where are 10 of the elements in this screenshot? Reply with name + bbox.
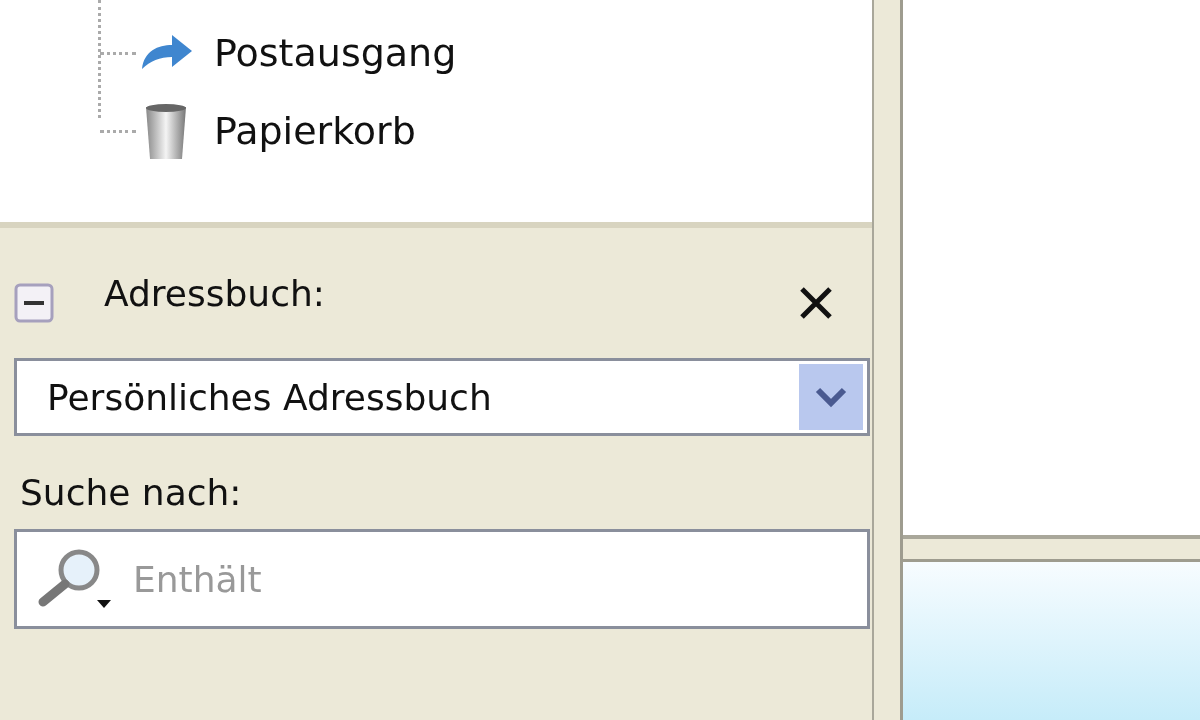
chevron-down-icon [814, 386, 848, 408]
search-input[interactable]: Enthält [131, 557, 867, 601]
search-label: Suche nach: [20, 472, 243, 513]
panel-title: Adressbuch: [104, 272, 326, 314]
address-book-dropdown[interactable]: Persönliches Adressbuch [14, 358, 870, 436]
folder-name[interactable]: Postausgang [214, 31, 457, 75]
folder-name[interactable]: Papierkorb [214, 109, 416, 153]
search-field[interactable]: Enthält [14, 529, 870, 629]
collapse-icon[interactable] [14, 283, 54, 323]
dropdown-button[interactable] [799, 364, 863, 430]
